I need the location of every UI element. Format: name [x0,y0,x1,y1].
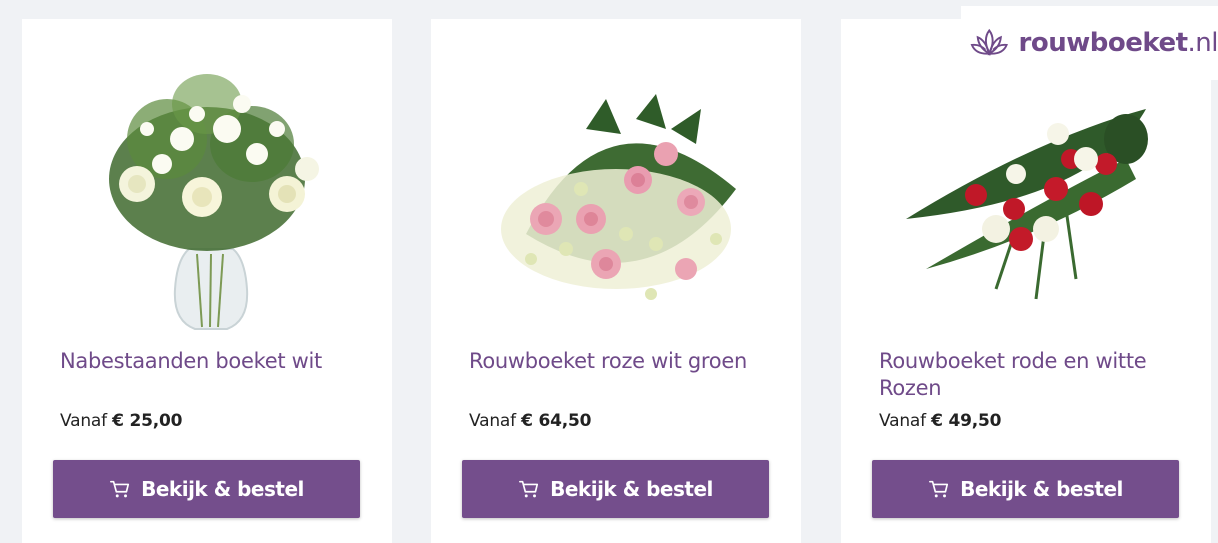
product-price: Vanaf € 25,00 [60,411,182,431]
price-value: € 49,50 [931,411,1002,431]
price-prefix: Vanaf [60,411,107,431]
brand-logo[interactable]: rouwboeket.nl [961,6,1218,80]
product-title[interactable]: Rouwboeket rode en witte Rozen [879,348,1189,402]
product-image-white-bouquet[interactable] [77,59,337,334]
brand-name: rouwboeket.nl [1019,28,1218,58]
product-price: Vanaf € 64,50 [469,411,591,431]
view-and-order-button[interactable]: Bekijk & bestel [53,460,360,518]
button-label: Bekijk & bestel [550,477,713,501]
button-label: Bekijk & bestel [141,477,304,501]
price-value: € 25,00 [112,411,183,431]
product-title[interactable]: Nabestaanden boeket wit [60,348,370,375]
button-label: Bekijk & bestel [960,477,1123,501]
product-card: Nabestaanden boeket wit Vanaf € 25,00 Be… [22,19,392,543]
lotus-icon [970,28,1008,56]
bouquet-illustration [109,74,319,330]
product-price: Vanaf € 49,50 [879,411,1001,431]
view-and-order-button[interactable]: Bekijk & bestel [462,460,769,518]
brand-name-bold: rouwboeket [1018,28,1188,58]
product-image-red-white-spray[interactable] [896,59,1156,334]
price-prefix: Vanaf [879,411,926,431]
product-grid: Nabestaanden boeket wit Vanaf € 25,00 Be… [0,0,1218,543]
product-card: Rouwboeket roze wit groen Vanaf € 64,50 … [431,19,801,543]
brand-name-suffix: .nl [1187,28,1218,58]
view-and-order-button[interactable]: Bekijk & bestel [872,460,1179,518]
product-card: Rouwboeket rode en witte Rozen Vanaf € 4… [841,19,1211,543]
spray-illustration [906,109,1148,300]
cart-icon [929,480,949,498]
product-title[interactable]: Rouwboeket roze wit groen [469,348,779,375]
price-prefix: Vanaf [469,411,516,431]
price-value: € 64,50 [521,411,592,431]
product-image-pink-spray[interactable] [486,59,746,334]
spray-illustration [501,94,736,300]
cart-icon [519,480,539,498]
cart-icon [110,480,130,498]
